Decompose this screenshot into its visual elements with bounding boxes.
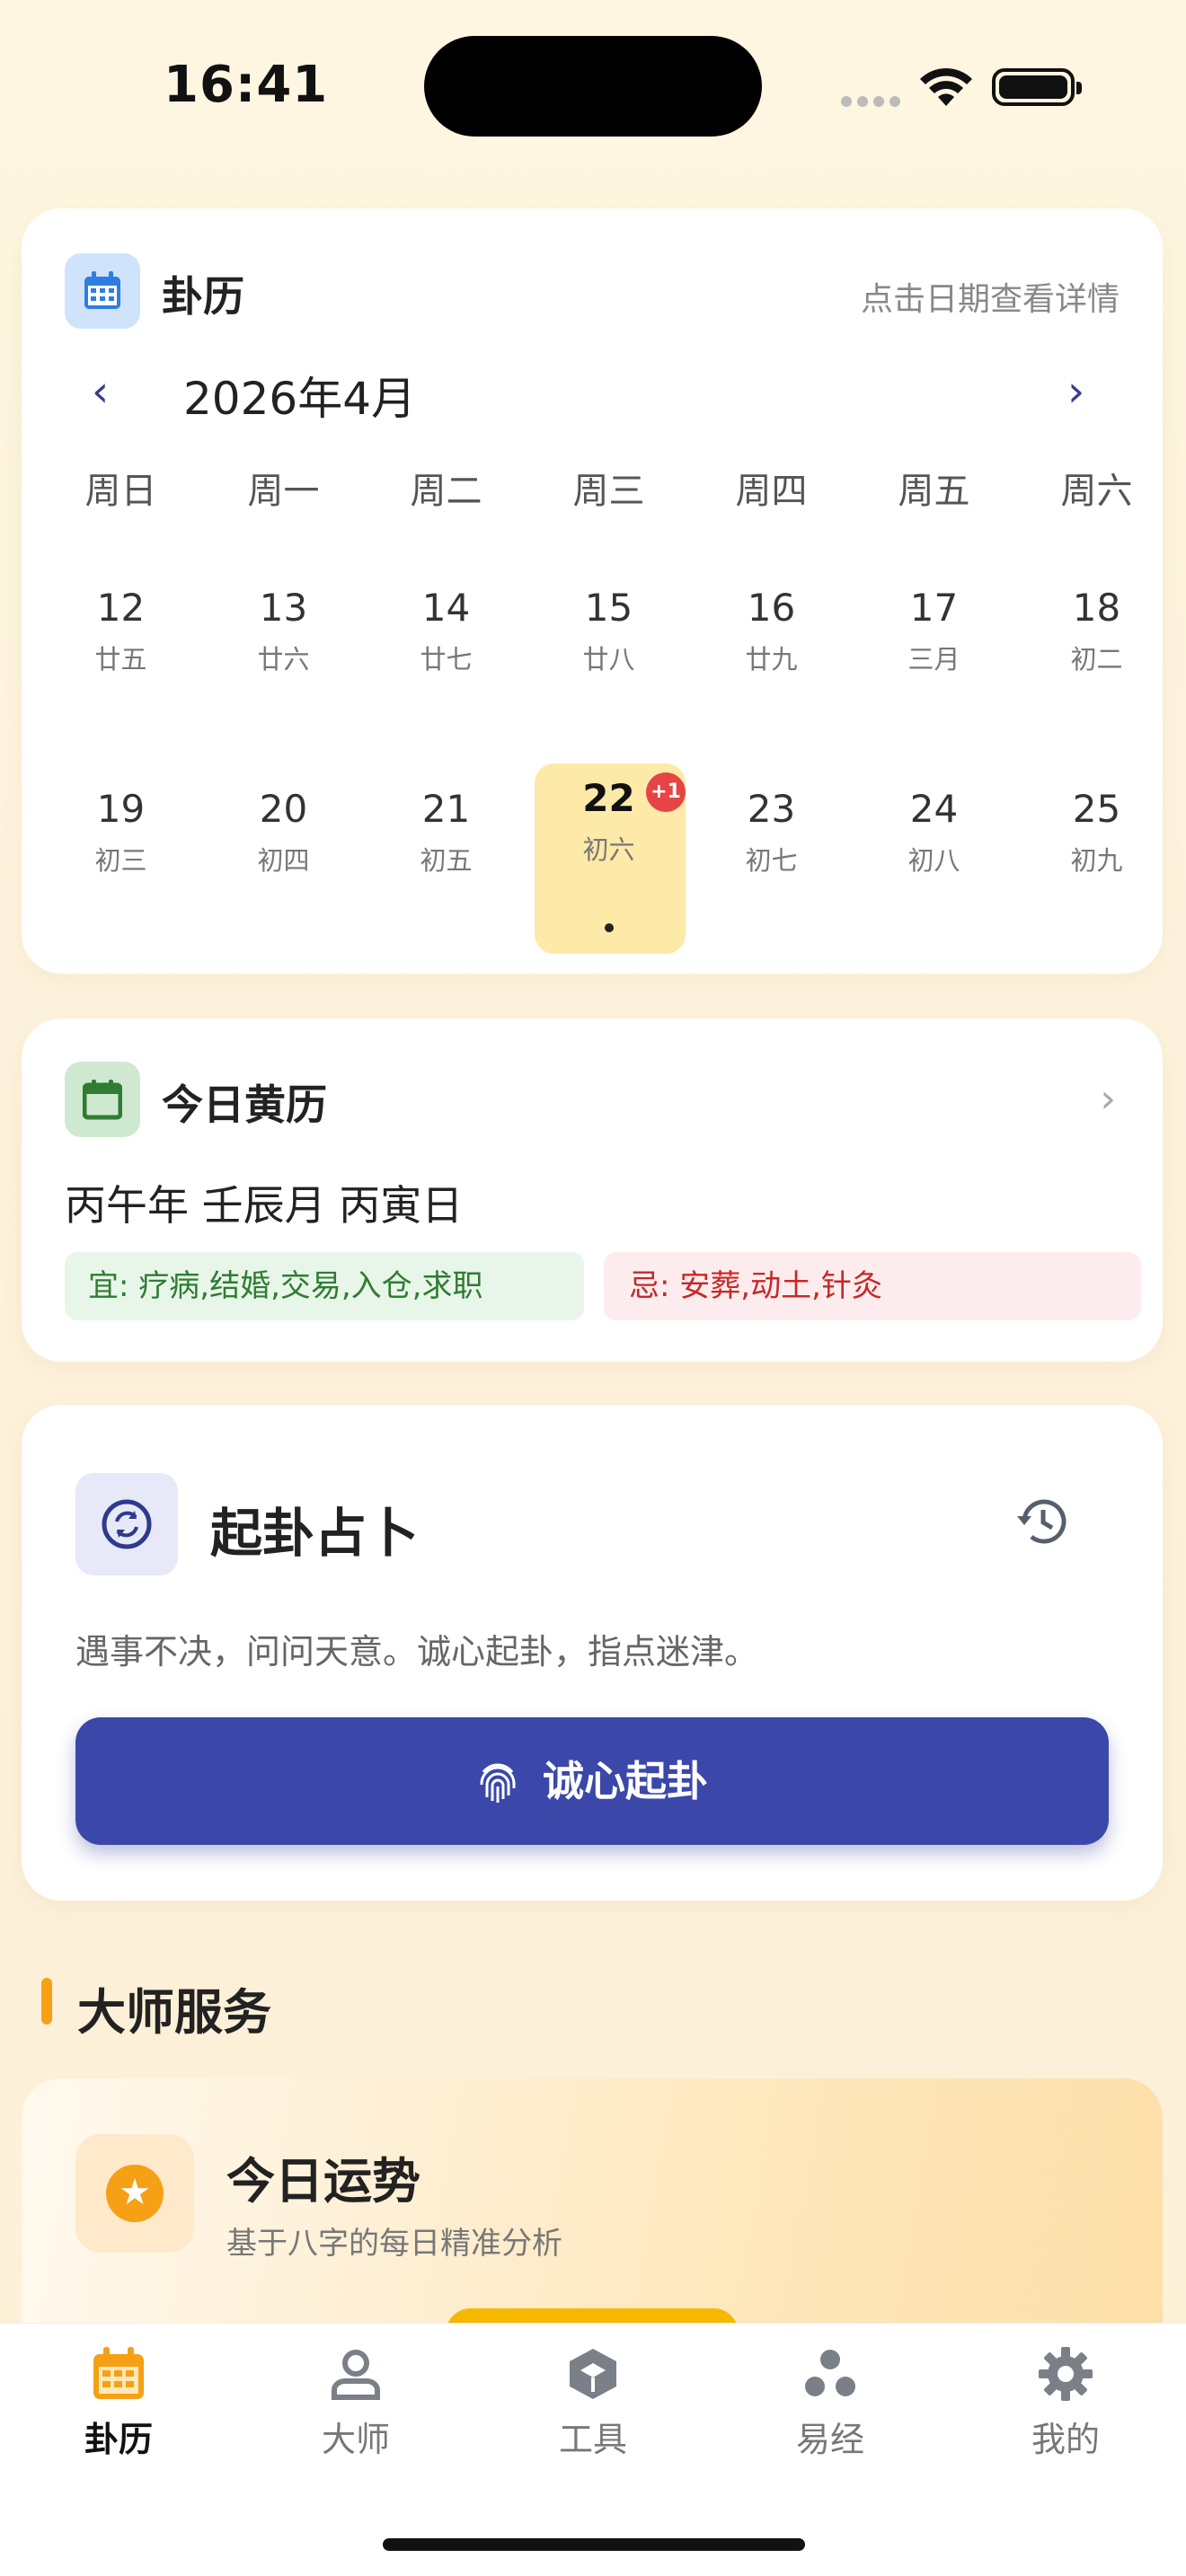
weekday-label: 周日	[84, 471, 157, 512]
calendar-title: 卦历	[162, 272, 244, 321]
chevron-right-icon[interactable]: ›	[1100, 1076, 1116, 1122]
section-accent-bar	[41, 1978, 52, 2025]
next-month-button[interactable]: ›	[1067, 366, 1084, 417]
start-divination-button[interactable]: 诚心起卦	[75, 1717, 1109, 1845]
tab-label: 大师	[321, 2420, 390, 2459]
calendar-card: 卦历 点击日期查看详情 ‹ 2026年4月 › 周日 周一 周二 周三 周四 周…	[22, 208, 1163, 974]
three-dots-icon	[805, 2350, 855, 2396]
tab-label: 易经	[795, 2420, 864, 2459]
ganzhi-date: 丙午年 壬辰月 丙寅日	[65, 1181, 464, 1230]
home-indicator	[383, 2538, 805, 2551]
fortune-title: 今日运势	[226, 2153, 420, 2210]
calendar-day[interactable]: 12 廿五	[40, 586, 202, 676]
divination-description: 遇事不决，问问天意。诚心起卦，指点迷津。	[75, 1632, 759, 1672]
calendar-day[interactable]: 17 三月	[853, 586, 1015, 676]
calendar-day[interactable]: 19 初三	[40, 787, 202, 878]
calendar-day[interactable]: 25 初九	[1015, 787, 1178, 878]
calendar-day[interactable]: 23 初七	[690, 787, 853, 878]
event-dot	[605, 923, 614, 932]
status-time: 16:41	[164, 56, 329, 114]
calendar-day[interactable]: 24 初八	[853, 787, 1015, 878]
battery-icon	[992, 68, 1082, 106]
person-icon	[332, 2350, 380, 2400]
weekday-label: 周五	[898, 471, 970, 512]
calendar-day[interactable]: 20 初四	[202, 787, 365, 878]
status-bar: 16:41	[0, 0, 1186, 180]
almanac-title: 今日黄历	[162, 1081, 327, 1129]
weekday-label: 周三	[572, 471, 645, 512]
dynamic-island	[424, 36, 762, 137]
weekday-label: 周一	[247, 471, 320, 512]
calendar-hint: 点击日期查看详情	[860, 281, 1120, 318]
prev-month-button[interactable]: ‹	[92, 366, 109, 417]
gear-icon	[1039, 2347, 1093, 2401]
auspicious-tag: 宜: 疗病,结婚,交易,入仓,求职	[65, 1252, 584, 1320]
calendar-icon	[65, 253, 140, 329]
calendar-week: 12 廿五 13 廿六 14 廿七 15 廿八 16 廿九 17 三月 18 初二	[40, 586, 1181, 676]
fingerprint-icon	[480, 1763, 516, 1803]
tab-label: 卦历	[84, 2420, 153, 2459]
refresh-cycle-icon	[75, 1473, 178, 1575]
tab-me[interactable]: 我的	[994, 2345, 1137, 2461]
calendar-day-today[interactable]: 22 初六 +1	[527, 763, 690, 954]
event-count-badge: +1	[646, 772, 686, 812]
section-title: 大师服务	[77, 1984, 271, 2041]
start-divination-label: 诚心起卦	[543, 1757, 708, 1805]
tab-tools[interactable]: 工具	[521, 2345, 665, 2461]
calendar-day[interactable]: 21 初五	[365, 787, 527, 878]
history-icon[interactable]	[1013, 1493, 1071, 1550]
weekday-header: 周日 周一 周二 周三 周四 周五 周六	[40, 462, 1181, 514]
tab-iching[interactable]: 易经	[758, 2345, 902, 2461]
weekday-label: 周四	[735, 471, 808, 512]
divination-title: 起卦占卜	[210, 1503, 420, 1564]
calendar-day[interactable]: 16 廿九	[690, 586, 853, 676]
divination-card: 起卦占卜 遇事不决，问问天意。诚心起卦，指点迷津。 诚心起卦	[22, 1405, 1163, 1901]
tab-calendar[interactable]: 卦历	[47, 2345, 190, 2461]
weekday-label: 周六	[1060, 471, 1133, 512]
wifi-icon	[920, 67, 972, 106]
calendar-day[interactable]: 14 廿七	[365, 586, 527, 676]
almanac-card[interactable]: 今日黄历 › 丙午年 壬辰月 丙寅日 宜: 疗病,结婚,交易,入仓,求职 忌: …	[22, 1019, 1163, 1362]
calendar-icon	[65, 1062, 140, 1137]
calendar-day[interactable]: 18 初二	[1015, 586, 1178, 676]
current-month: 2026年4月	[183, 373, 417, 425]
star-icon: ★	[75, 2134, 194, 2253]
fortune-subtitle: 基于八字的每日精准分析	[226, 2226, 562, 2262]
tab-label: 工具	[558, 2420, 627, 2459]
tab-label: 我的	[1031, 2420, 1100, 2459]
calendar-week: 19 初三 20 初四 21 初五 22 初六 +1 23 初七 24 初八 25 初九	[40, 763, 1181, 954]
calendar-day[interactable]: 13 廿六	[202, 586, 365, 676]
inauspicious-tag: 忌: 安葬,动土,针灸	[604, 1252, 1141, 1320]
calendar-day[interactable]: 15 廿八	[527, 586, 690, 676]
tab-master[interactable]: 大师	[284, 2345, 428, 2461]
weekday-label: 周二	[410, 471, 482, 512]
calendar-icon	[93, 2347, 144, 2399]
cellular-signal-icon	[841, 93, 906, 110]
cube-icon	[570, 2349, 616, 2399]
